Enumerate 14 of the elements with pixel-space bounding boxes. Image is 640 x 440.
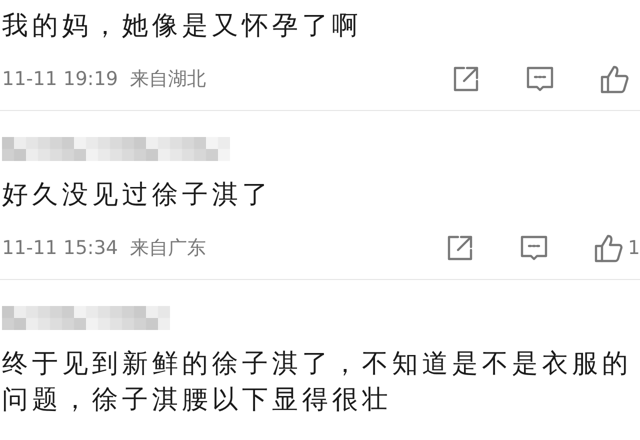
comment-time: 11-11 15:34 <box>2 237 118 259</box>
comment-text: 终于见到新鲜的徐子淇了，不知道是不是衣服的问题，徐子淇腰以下显得很壮 <box>2 348 633 417</box>
share-icon[interactable] <box>446 234 474 262</box>
comment-location: 来自广东 <box>130 236 206 261</box>
comment-icon[interactable] <box>520 234 548 262</box>
share-icon[interactable] <box>452 65 480 93</box>
comment-icon[interactable] <box>526 65 554 93</box>
comment-time: 11-11 19:19 <box>2 68 118 90</box>
like-count: 1 <box>628 237 640 259</box>
like-icon[interactable] <box>594 233 624 263</box>
comment-text: 好久没见过徐子淇了 <box>2 179 273 212</box>
comment-location: 来自湖北 <box>130 67 206 92</box>
comment-text: 我的妈，她像是又怀孕了啊 <box>2 10 363 43</box>
like-icon[interactable] <box>600 64 630 94</box>
